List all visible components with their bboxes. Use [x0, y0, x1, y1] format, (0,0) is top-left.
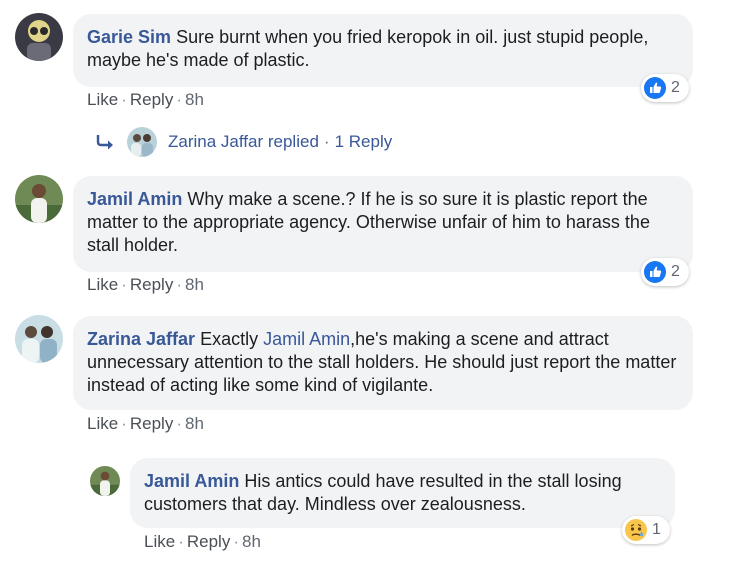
replied-label: replied — [267, 132, 319, 151]
comment-text-before: Exactly — [200, 329, 264, 349]
replier-avatar — [127, 127, 157, 157]
avatar-image — [15, 13, 63, 61]
reaction-count: 2 — [671, 263, 680, 280]
reaction-badge[interactable]: 1 — [622, 516, 670, 544]
reply-bubble: Jamil Amin His antics could have resulte… — [130, 458, 675, 528]
reaction-badge[interactable]: 2 — [641, 258, 689, 286]
comment-actions: Like · Reply · 8h — [87, 414, 204, 433]
comment-actions: Like · Reply · 8h — [87, 275, 204, 294]
avatar-image — [15, 175, 63, 223]
comment-author[interactable]: Zarina Jaffar — [87, 329, 195, 349]
comment-bubble: Garie Sim Sure burnt when you fried kero… — [73, 14, 693, 87]
timestamp[interactable]: 8h — [185, 90, 204, 109]
avatar-zarina-jaffar[interactable] — [15, 315, 63, 363]
like-link[interactable]: Like — [144, 532, 175, 551]
mention-link[interactable]: Jamil Amin — [263, 329, 350, 349]
avatar-image — [90, 466, 120, 496]
timestamp[interactable]: 8h — [242, 532, 261, 551]
like-link[interactable]: Like — [87, 90, 118, 109]
comment-author[interactable]: Jamil Amin — [144, 471, 239, 491]
like-link[interactable]: Like — [87, 275, 118, 294]
comment-actions: Like · Reply · 8h — [87, 90, 204, 109]
sad-reaction-icon — [625, 519, 647, 541]
timestamp[interactable]: 8h — [185, 414, 204, 433]
replier-name[interactable]: Zarina Jaffar — [168, 132, 263, 152]
reply-arrow-icon — [95, 132, 117, 152]
reply-link[interactable]: Reply — [187, 532, 230, 551]
timestamp[interactable]: 8h — [185, 275, 204, 294]
reply-link[interactable]: Reply — [130, 275, 173, 294]
reaction-badge[interactable]: 2 — [641, 74, 689, 102]
view-replies-link[interactable]: Zarina Jaffar replied · 1 Reply — [95, 127, 392, 157]
reply-link[interactable]: Reply — [130, 414, 173, 433]
comment-actions: Like · Reply · 8h — [144, 532, 261, 551]
like-link[interactable]: Like — [87, 414, 118, 433]
reaction-count: 1 — [652, 521, 661, 538]
comment-author[interactable]: Jamil Amin — [87, 189, 182, 209]
avatar-garie-sim[interactable] — [15, 13, 63, 61]
reaction-count: 2 — [671, 79, 680, 96]
comment-text: Sure burnt when you fried keropok in oil… — [87, 27, 649, 70]
comment-bubble: Zarina Jaffar Exactly Jamil Amin,he's ma… — [73, 316, 693, 410]
avatar-jamil-amin[interactable] — [15, 175, 63, 223]
avatar-image — [15, 315, 63, 363]
like-reaction-icon — [644, 261, 666, 283]
reply-link[interactable]: Reply — [130, 90, 173, 109]
avatar-jamil-amin[interactable] — [90, 466, 120, 496]
comment-author[interactable]: Garie Sim — [87, 27, 171, 47]
comment-bubble: Jamil Amin Why make a scene.? If he is s… — [73, 176, 693, 272]
like-reaction-icon — [644, 77, 666, 99]
reply-count[interactable]: 1 Reply — [335, 132, 393, 152]
